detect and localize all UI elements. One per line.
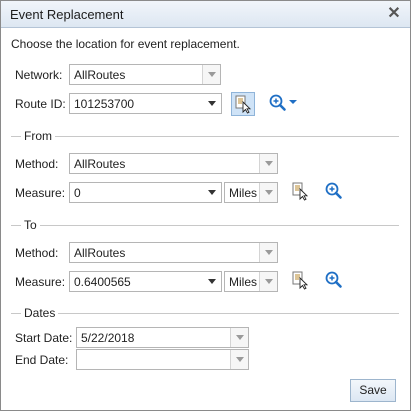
chevron-down-icon[interactable]: [202, 65, 220, 84]
start-date-input[interactable]: 5/22/2018: [76, 327, 249, 348]
from-measure-input[interactable]: 0: [69, 182, 222, 203]
dates-section-header: Dates: [11, 306, 399, 320]
to-units-value: Miles: [229, 275, 258, 289]
from-zoom-button[interactable]: [323, 180, 347, 204]
select-on-map-icon: [235, 95, 252, 114]
dialog-title: Event Replacement: [10, 7, 124, 22]
start-date-value: 5/22/2018: [81, 331, 135, 345]
from-units-select[interactable]: Miles: [224, 182, 278, 203]
chevron-down-icon[interactable]: [230, 350, 248, 369]
from-select-on-map-button[interactable]: [289, 180, 313, 204]
zoom-in-icon: [325, 182, 342, 199]
network-label: Network:: [15, 68, 63, 82]
to-measure-value: 0.6400565: [74, 275, 131, 289]
zoom-in-icon: [325, 271, 342, 288]
zoom-to-route-button[interactable]: [267, 92, 301, 116]
to-measure-label: Measure:: [15, 275, 66, 289]
from-units-value: Miles: [229, 186, 258, 200]
chevron-down-icon[interactable]: [259, 272, 277, 291]
save-button[interactable]: Save: [350, 379, 396, 402]
end-date-label: End Date:: [15, 353, 69, 367]
to-section-title: To: [21, 218, 40, 232]
from-method-value: AllRoutes: [74, 157, 126, 171]
close-icon[interactable]: ✕: [386, 6, 402, 22]
network-select[interactable]: AllRoutes: [69, 64, 221, 85]
to-select-on-map-button[interactable]: [289, 269, 313, 293]
event-replacement-dialog: Event Replacement ✕ Choose the location …: [0, 0, 411, 411]
dates-section-title: Dates: [21, 306, 59, 320]
end-date-input[interactable]: [76, 349, 249, 370]
chevron-down-icon[interactable]: [259, 243, 277, 262]
to-units-select[interactable]: Miles: [224, 271, 278, 292]
title-bar[interactable]: Event Replacement ✕: [1, 1, 410, 28]
from-measure-label: Measure:: [15, 186, 66, 200]
network-value: AllRoutes: [74, 68, 126, 82]
chevron-down-icon[interactable]: [259, 183, 277, 202]
route-id-value: 101253700: [74, 97, 135, 111]
from-section-header: From: [11, 129, 399, 143]
chevron-down-icon[interactable]: [203, 94, 221, 113]
to-section-header: To: [11, 218, 399, 232]
from-method-select[interactable]: AllRoutes: [69, 153, 278, 174]
to-method-label: Method:: [15, 246, 59, 260]
chevron-down-icon[interactable]: [259, 154, 277, 173]
chevron-down-icon[interactable]: [230, 328, 248, 347]
to-method-select[interactable]: AllRoutes: [69, 242, 278, 263]
to-zoom-button[interactable]: [323, 269, 347, 293]
to-method-value: AllRoutes: [74, 246, 126, 260]
zoom-in-icon: [269, 94, 297, 111]
select-route-on-map-button[interactable]: [231, 92, 255, 116]
route-id-input[interactable]: 101253700: [69, 93, 222, 114]
from-section-title: From: [21, 129, 55, 143]
instruction-text: Choose the location for event replacemen…: [11, 37, 240, 51]
chevron-down-icon[interactable]: [203, 183, 221, 202]
chevron-down-icon[interactable]: [203, 272, 221, 291]
select-on-map-icon: [292, 182, 309, 201]
select-on-map-icon: [292, 271, 309, 290]
to-measure-input[interactable]: 0.6400565: [69, 271, 222, 292]
start-date-label: Start Date:: [15, 331, 73, 345]
from-method-label: Method:: [15, 157, 59, 171]
route-id-label: Route ID:: [15, 97, 66, 111]
from-measure-value: 0: [74, 186, 81, 200]
